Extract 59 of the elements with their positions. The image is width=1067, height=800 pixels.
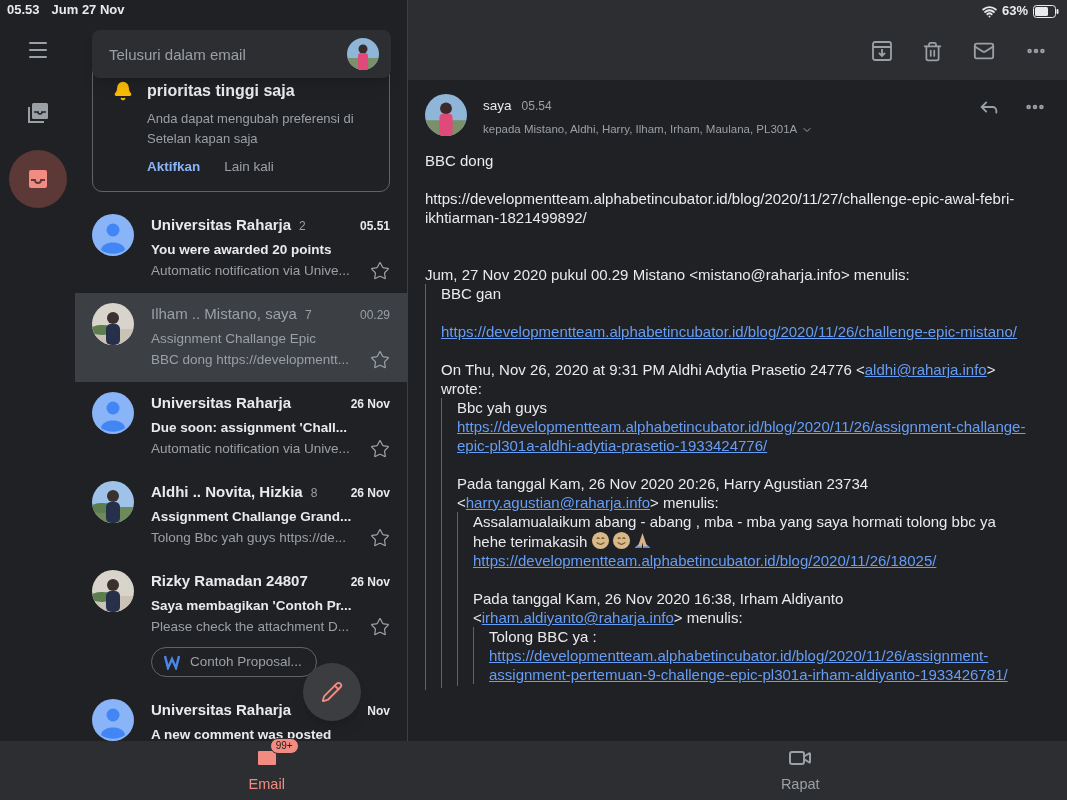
quote-header: Pada tanggal Kam, 26 Nov 2020 20:26, Harry Agustian 23734 <harry.agustian@raharja.info> menulis:	[457, 475, 869, 511]
message-text: BBC dong	[425, 152, 494, 169]
email-subject: Assignment Challange Epic	[151, 329, 318, 348]
status-time: 05.53	[7, 1, 40, 20]
email-date: 26 Nov	[350, 396, 390, 414]
status-date: Jum 27 Nov	[51, 1, 125, 20]
sender-name: Universitas Raharja	[151, 215, 292, 236]
quote-text: Tolong BBC ya :	[489, 628, 597, 645]
message-time: 05.54	[521, 98, 552, 115]
sender-name: Universitas Raharja	[151, 393, 292, 414]
email-snippet: Tolong Bbc yah guys https://de...	[151, 529, 347, 547]
battery-level: 63%	[1001, 2, 1028, 21]
link[interactable]: aldhi@raharja.info	[864, 361, 987, 378]
email-subject: Due soon: assignment 'Chall...	[151, 418, 348, 437]
recipients: kepada Mistano, Aldhi, Harry, Ilham, Irham, Maulana, PL301A	[483, 122, 798, 137]
sender-name: Ilham .. Mistano, saya	[151, 304, 297, 325]
email-date: Nov	[367, 703, 390, 721]
email-snippet: Automatic notification via Unive...	[151, 262, 350, 280]
link[interactable]: https://developmentteam.alphabetincubator.id/blog/2020/11/26/assignment-challange-epic-pl301a-aldhi-adytia-prasetio-1933424776/	[457, 417, 1030, 455]
email-subject: Assignment Challange Grand...	[151, 507, 353, 526]
link[interactable]: https://developmentteam.alphabetincubator.id/blog/2020/11/26/assignment-assignment-pertemuan-9-challenge-epic-pl301a-irham-aldiyanto-1933426781/	[489, 646, 1030, 684]
email-row[interactable]: Universitas Raharja 26 Nov Due soon: assignment 'Chall... Automatic notification via Unive...	[75, 382, 407, 472]
thread-count: 2	[299, 218, 306, 236]
sender-name: Universitas Raharja	[151, 700, 292, 721]
email-date: 05.51	[359, 218, 390, 236]
quote-header: On Thu, Nov 26, 2020 at 9:31 PM Aldhi Adytia Prasetio 24776 <aldhi@raharja.info> wrote:	[441, 361, 996, 397]
notice-title: prioritas tinggi saja	[147, 81, 296, 101]
sender-name: saya	[483, 97, 512, 115]
email-date: 26 Nov	[350, 574, 390, 592]
message-text: https://developmentteam.alphabetincubator.id/blog/2020/11/27/challenge-epic-awal-febri-ikhtiarman-1821499892/	[425, 190, 1015, 226]
link[interactable]: https://developmentteam.alphabetincubator.id/blog/2020/11/26/18025/	[473, 551, 1030, 570]
thread-count: 8	[310, 485, 318, 503]
email-snippet: BBC dong https://developmentt...	[151, 351, 350, 369]
email-row[interactable]: Universitas Raharja 2 05.51 You were awarded 20 points Automatic notification via Unive...	[75, 204, 407, 294]
thread-count: 7	[304, 307, 312, 325]
email-row[interactable]: Aldhi .. Novita, Hizkia 8 26 Nov Assignment Challange Grand... Tolong Bbc yah guys https://de...	[75, 471, 407, 561]
quote-header: Pada tanggal Kam, 26 Nov 2020 16:38, Irham Aldiyanto <irham.aldiyanto@raharja.info> menulis:	[473, 590, 844, 626]
notice-action[interactable]: Lain kali	[224, 157, 274, 178]
quote-text: Assalamualaikum abang - abang , mba - mba yang saya hormati tolong bbc ya hehe terimakasih	[473, 513, 996, 550]
notice-action[interactable]: Aktifkan	[147, 157, 201, 178]
link[interactable]: https://developmentteam.alphabetincubator.id/blog/2020/11/26/challenge-epic-mistano/	[441, 322, 1030, 341]
email-date: 00.29	[359, 307, 390, 325]
email-row[interactable]: Ilham .. Mistano, saya 7 00.29 Assignment Challange Epic BBC dong https://developmentt...	[75, 293, 407, 383]
link[interactable]: irham.aldiyanto@raharja.info	[481, 609, 674, 626]
quote-header: Jum, 27 Nov 2020 pukul 00.29 Mistano <mistano@raharja.info> menulis:	[425, 266, 910, 283]
quote-text: Bbc yah guys	[457, 399, 548, 416]
email-subject: Saya membagikan 'Contoh Pr...	[151, 596, 353, 615]
sender-name: Rizky Ramadan 24807	[151, 571, 308, 592]
link[interactable]: harry.agustian@raharja.info	[465, 494, 650, 511]
attachment-name: Contoh Proposal...	[190, 653, 302, 672]
email-snippet: Automatic notification via Unive...	[151, 440, 350, 458]
sender-name: Aldhi .. Novita, Hizkia	[151, 482, 303, 503]
search-field[interactable]: Telusuri dalam email	[92, 30, 391, 78]
nav-tab[interactable]: Rapat	[533, 741, 1067, 800]
quote-text: BBC gan	[441, 285, 502, 302]
email-snippet: Please check the attachment D...	[151, 618, 350, 636]
notice-text: Anda dapat mengubah preferensi di Setelan kapan saja	[147, 110, 355, 148]
email-date: 26 Nov	[350, 485, 390, 503]
email-subject: You were awarded 20 points	[151, 240, 333, 259]
